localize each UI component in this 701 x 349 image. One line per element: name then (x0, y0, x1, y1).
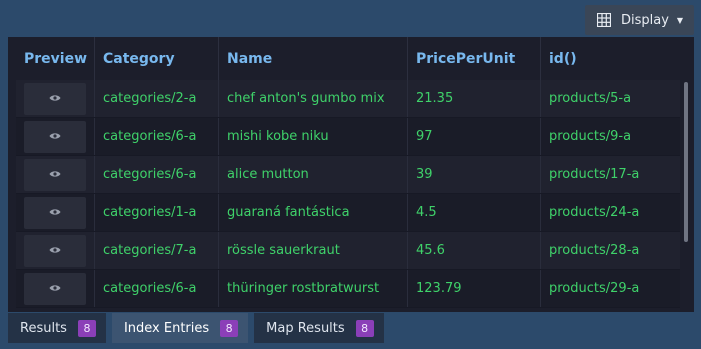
tab-results[interactable]: Results 8 (8, 313, 106, 343)
id-cell: products/28-a (549, 243, 640, 258)
category-cell: categories/6-a (95, 270, 219, 307)
preview-cell (16, 270, 95, 307)
table-row[interactable]: categories/1-a guaraná fantástica 4.5 pr… (16, 194, 680, 232)
name-cell: mishi kobe niku (219, 118, 408, 155)
preview-button[interactable] (24, 234, 86, 267)
preview-button[interactable] (24, 120, 86, 153)
table-row[interactable]: categories/6-a thüringer rostbratwurst 1… (16, 270, 680, 308)
id-cell: products/17-a (549, 167, 640, 182)
id-cell: products/29-a (549, 281, 640, 296)
id-cell: products/5-a (549, 91, 632, 106)
eye-icon (49, 205, 61, 220)
table-row[interactable]: categories/7-a rössle sauerkraut 45.6 pr… (16, 232, 680, 270)
vertical-scrollbar[interactable] (684, 82, 688, 242)
name-cell: rössle sauerkraut (219, 232, 408, 269)
price-cell: 123.79 (408, 270, 541, 307)
table-grid-icon (597, 13, 611, 27)
category-cell: categories/6-a (95, 118, 219, 155)
price-cell: 39 (408, 156, 541, 193)
name-cell: chef anton's gumbo mix (219, 80, 408, 117)
preview-cell (16, 232, 95, 269)
preview-button[interactable] (24, 158, 86, 191)
name-cell: guaraná fantástica (219, 194, 408, 231)
tab-index-entries[interactable]: Index Entries 8 (111, 313, 249, 343)
display-button[interactable]: Display ▼ (585, 5, 694, 35)
display-button-label: Display (621, 12, 669, 28)
chevron-down-icon: ▼ (676, 15, 684, 25)
preview-cell (16, 80, 95, 117)
eye-icon (49, 243, 61, 258)
tab-results-label: Results (20, 320, 67, 336)
results-table: Preview Category Name PricePerUnit id() … (8, 37, 694, 312)
preview-button[interactable] (24, 82, 86, 115)
price-cell: 21.35 (408, 80, 541, 117)
preview-cell (16, 118, 95, 155)
category-cell: categories/2-a (95, 80, 219, 117)
column-header-price-per-unit[interactable]: PricePerUnit (408, 37, 541, 80)
column-header-name[interactable]: Name (219, 37, 408, 80)
price-cell: 45.6 (408, 232, 541, 269)
eye-icon (49, 91, 61, 106)
name-cell: alice mutton (219, 156, 408, 193)
table-row[interactable]: categories/6-a mishi kobe niku 97 produc… (16, 118, 680, 156)
tab-index-entries-label: Index Entries (123, 320, 210, 336)
preview-cell (16, 194, 95, 231)
preview-button[interactable] (24, 272, 86, 305)
column-header-preview[interactable]: Preview (8, 37, 95, 80)
column-header-category[interactable]: Category (95, 37, 219, 80)
results-tabs: Results 8 Index Entries 8 Map Results 8 (8, 313, 390, 343)
table-row[interactable]: categories/6-a alice mutton 39 products/… (16, 156, 680, 194)
category-cell: categories/6-a (95, 156, 219, 193)
tab-results-count-badge: 8 (77, 319, 96, 337)
category-cell: categories/1-a (95, 194, 219, 231)
preview-button[interactable] (24, 196, 86, 229)
name-cell: thüringer rostbratwurst (219, 270, 408, 307)
column-header-id[interactable]: id() (541, 37, 694, 80)
preview-cell (16, 156, 95, 193)
table-row[interactable]: categories/2-a chef anton's gumbo mix 21… (16, 80, 680, 118)
table-header: Preview Category Name PricePerUnit id() (8, 37, 694, 80)
price-cell: 4.5 (408, 194, 541, 231)
tab-map-results-label: Map Results (266, 320, 345, 336)
id-cell: products/24-a (549, 205, 640, 220)
id-cell: products/9-a (549, 129, 632, 144)
price-cell: 97 (408, 118, 541, 155)
category-cell: categories/7-a (95, 232, 219, 269)
tab-index-entries-count-badge: 8 (220, 319, 239, 337)
tab-map-results[interactable]: Map Results 8 (254, 313, 384, 343)
eye-icon (49, 167, 61, 182)
eye-icon (49, 281, 61, 296)
eye-icon (49, 129, 61, 144)
table-body: categories/2-a chef anton's gumbo mix 21… (16, 80, 680, 308)
tab-map-results-count-badge: 8 (355, 319, 374, 337)
